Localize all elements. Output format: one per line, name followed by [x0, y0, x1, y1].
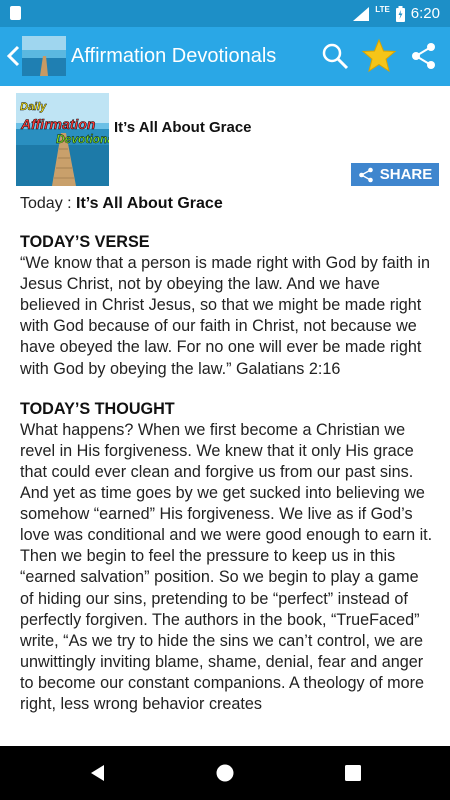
nav-back-icon[interactable]: [88, 763, 108, 783]
search-icon[interactable]: [320, 41, 350, 71]
thought-text: What happens? When we first become a Chr…: [20, 420, 433, 713]
status-icons: LTE 6:20: [353, 0, 440, 27]
status-bar: LTE 6:20: [0, 0, 450, 27]
today-title: It’s All About Grace: [76, 195, 223, 212]
share-button-label: SHARE: [379, 166, 433, 183]
logo-text-affirmation: Affirmation: [20, 116, 95, 132]
share-button[interactable]: SHARE: [351, 163, 439, 186]
app-bar: Affirmation Devotionals: [0, 27, 450, 86]
devotional-thumbnail: Daily Affirmation Devotional: [16, 93, 109, 186]
thought-heading: TODAY’S THOUGHT: [20, 399, 175, 418]
app-title: Affirmation Devotionals: [71, 45, 277, 67]
navigation-bar: [0, 746, 450, 800]
verse-text: “We know that a person is made right wit…: [20, 254, 430, 378]
nav-recents-icon[interactable]: [343, 763, 363, 783]
share-icon[interactable]: [409, 41, 439, 71]
today-prefix: Today :: [20, 195, 77, 212]
devotional-body: TODAY’S VERSE “We know that a person is …: [20, 232, 436, 715]
nav-home-icon[interactable]: [215, 763, 235, 783]
today-line: Today : It’s All About Grace: [20, 195, 223, 213]
logo-text-daily: Daily: [20, 101, 47, 113]
app-logo: [22, 36, 66, 76]
sd-card-icon: [10, 6, 21, 20]
logo-text-devotional: Devotional: [56, 132, 109, 146]
verse-heading: TODAY’S VERSE: [20, 233, 150, 251]
devotional-title: It’s All About Grace: [114, 119, 252, 136]
star-icon[interactable]: [361, 38, 397, 74]
clock: 6:20: [410, 5, 440, 22]
share-icon: [358, 167, 373, 182]
signal-icon: [353, 6, 370, 21]
back-arrow-icon[interactable]: [4, 42, 24, 70]
network-type: LTE: [375, 5, 390, 14]
devotional-content[interactable]: Daily Affirmation Devotional It’s All Ab…: [0, 86, 450, 746]
battery-icon: [395, 5, 405, 22]
